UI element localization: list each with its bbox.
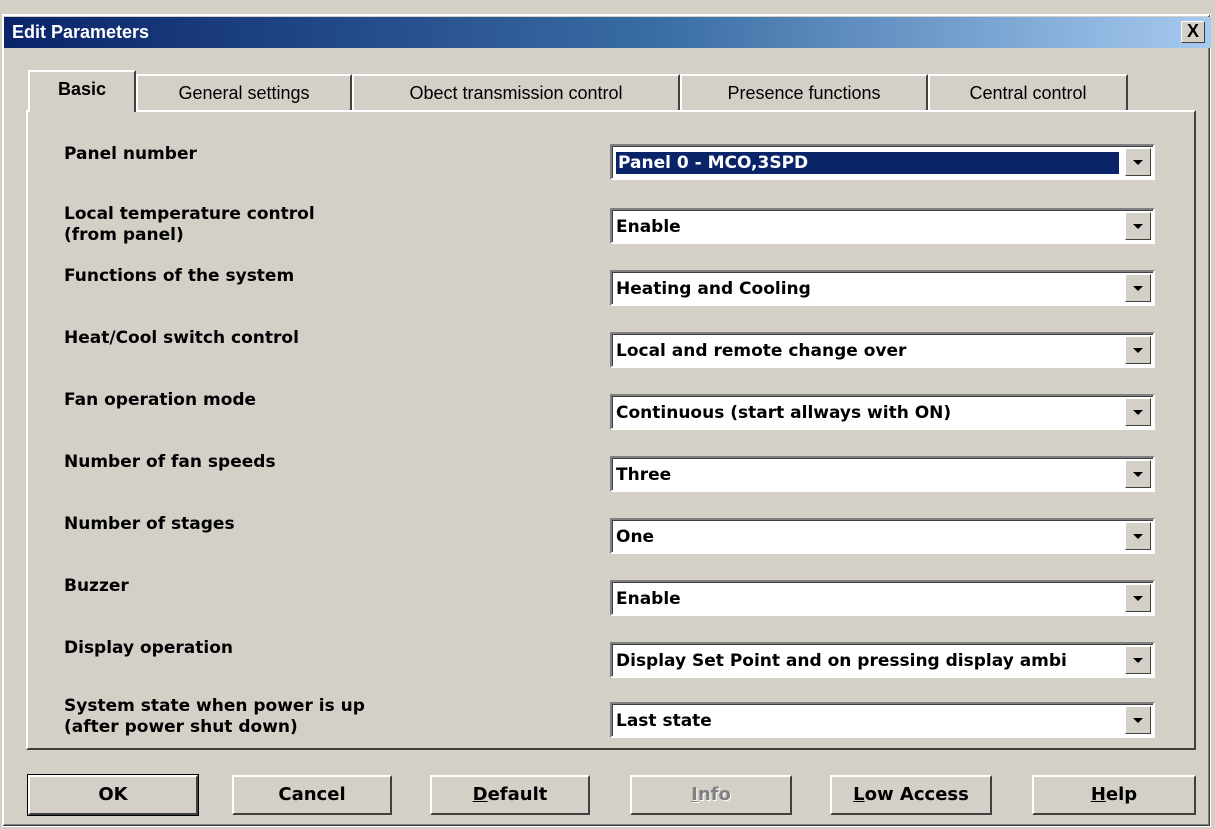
combo-value: Local and remote change over bbox=[616, 341, 907, 361]
tab-basic[interactable]: Basic bbox=[28, 70, 136, 112]
tab-general-settings[interactable]: General settings bbox=[136, 74, 352, 110]
tab-object-transmission-control[interactable]: Obect transmission control bbox=[352, 74, 680, 110]
combo-value: Panel 0 - MCO,3SPD bbox=[615, 151, 1120, 175]
help-label-rest: elp bbox=[1105, 784, 1138, 805]
combo-value: One bbox=[616, 527, 655, 547]
local-temperature-control-select[interactable]: Enable bbox=[610, 208, 1155, 244]
low-access-label-rest: ow Access bbox=[864, 784, 969, 805]
tab-presence-functions[interactable]: Presence functions bbox=[680, 74, 928, 110]
param-label: Local temperature control (from panel) bbox=[64, 204, 315, 245]
panel-number-select[interactable]: Panel 0 - MCO,3SPD bbox=[610, 144, 1155, 180]
ok-button[interactable]: OK bbox=[27, 774, 199, 816]
param-label: Functions of the system bbox=[64, 266, 295, 286]
combo-value: Three bbox=[616, 465, 672, 485]
dropdown-arrow-icon[interactable] bbox=[1125, 706, 1151, 734]
stages-select[interactable]: One bbox=[610, 518, 1155, 554]
close-button[interactable]: X bbox=[1181, 21, 1205, 43]
dropdown-arrow-icon[interactable] bbox=[1125, 398, 1151, 426]
combo-value: Heating and Cooling bbox=[616, 279, 811, 299]
help-accel: H bbox=[1090, 784, 1106, 805]
help-button[interactable]: Help bbox=[1032, 775, 1196, 815]
param-label: Heat/Cool switch control bbox=[64, 328, 299, 348]
dropdown-arrow-icon[interactable] bbox=[1125, 522, 1151, 550]
buzzer-select[interactable]: Enable bbox=[610, 580, 1155, 616]
dropdown-arrow-icon[interactable] bbox=[1125, 336, 1151, 364]
heat-cool-switch-select[interactable]: Local and remote change over bbox=[610, 332, 1155, 368]
functions-of-system-select[interactable]: Heating and Cooling bbox=[610, 270, 1155, 306]
window-title: Edit Parameters bbox=[12, 22, 150, 42]
default-accel: D bbox=[472, 784, 488, 805]
param-label: System state when power is up (after pow… bbox=[64, 696, 365, 737]
dropdown-arrow-icon[interactable] bbox=[1125, 212, 1151, 240]
info-button: Info bbox=[630, 775, 792, 815]
low-access-accel: L bbox=[853, 784, 865, 805]
display-operation-select[interactable]: Display Set Point and on pressing displa… bbox=[610, 642, 1155, 678]
tab-central-control[interactable]: Central control bbox=[928, 74, 1128, 110]
combo-value: Display Set Point and on pressing displa… bbox=[616, 651, 1067, 671]
dropdown-arrow-icon[interactable] bbox=[1125, 460, 1151, 488]
combo-value: Enable bbox=[616, 589, 681, 609]
combo-value: Continuous (start allways with ON) bbox=[616, 403, 952, 423]
param-label: Number of fan speeds bbox=[64, 452, 276, 472]
cancel-button[interactable]: Cancel bbox=[232, 775, 392, 815]
param-label: Display operation bbox=[64, 638, 233, 658]
dropdown-arrow-icon[interactable] bbox=[1125, 646, 1151, 674]
param-label: Number of stages bbox=[64, 514, 235, 534]
dropdown-arrow-icon[interactable] bbox=[1125, 274, 1151, 302]
fan-speeds-select[interactable]: Three bbox=[610, 456, 1155, 492]
combo-value: Last state bbox=[616, 711, 712, 731]
system-state-select[interactable]: Last state bbox=[610, 702, 1155, 738]
param-label: Fan operation mode bbox=[64, 390, 257, 410]
default-button[interactable]: Default bbox=[430, 775, 590, 815]
dropdown-arrow-icon[interactable] bbox=[1125, 584, 1151, 612]
fan-operation-mode-select[interactable]: Continuous (start allways with ON) bbox=[610, 394, 1155, 430]
param-label: Buzzer bbox=[64, 576, 129, 596]
param-label: Panel number bbox=[64, 144, 197, 164]
combo-value: Enable bbox=[616, 217, 681, 237]
low-access-button[interactable]: Low Access bbox=[830, 775, 992, 815]
info-label-rest: nfo bbox=[697, 784, 731, 805]
info-accel: I bbox=[691, 784, 698, 805]
default-label-rest: efault bbox=[487, 784, 548, 805]
title-bar[interactable]: Edit Parameters X bbox=[4, 17, 1211, 48]
tab-panel-basic: Panel number Panel 0 - MCO,3SPD Local te… bbox=[26, 110, 1196, 750]
dropdown-arrow-icon[interactable] bbox=[1125, 148, 1151, 176]
